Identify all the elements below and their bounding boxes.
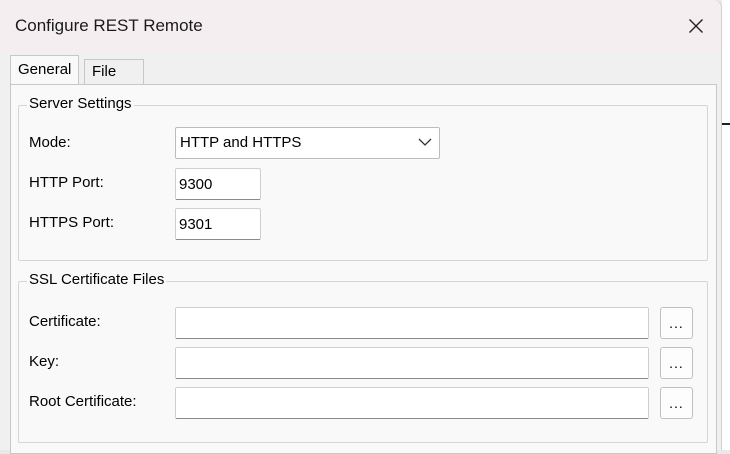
certificate-label: Certificate:	[29, 313, 101, 330]
certificate-browse-button[interactable]: ...	[660, 307, 693, 339]
https-port-value: 9301	[179, 216, 213, 233]
title-bar: Configure REST Remote	[0, 0, 721, 52]
http-port-value: 9300	[179, 176, 213, 193]
tab-panel-general: Server Settings Mode: HTTP and HTTPS HTT…	[10, 84, 717, 454]
chevron-down-icon	[418, 138, 432, 146]
http-port-label: HTTP Port:	[29, 174, 104, 191]
ssl-certificate-title: SSL Certificate Files	[27, 271, 167, 288]
background-mark	[722, 123, 730, 125]
mode-select[interactable]: HTTP and HTTPS	[175, 127, 440, 159]
key-browse-button[interactable]: ...	[660, 347, 693, 379]
server-settings-group: Server Settings Mode: HTTP and HTTPS HTT…	[18, 95, 708, 261]
tab-general-label: General	[18, 61, 72, 78]
key-label: Key:	[29, 353, 60, 370]
root-certificate-label: Root Certificate:	[29, 393, 137, 410]
window-title: Configure REST Remote	[15, 16, 203, 35]
tab-general[interactable]: General	[10, 55, 80, 84]
mode-select-value: HTTP and HTTPS	[180, 134, 302, 151]
root-certificate-field[interactable]	[175, 387, 649, 419]
dialog-window: Configure REST Remote General File Serve…	[0, 0, 722, 454]
mode-label: Mode:	[29, 134, 71, 151]
http-port-field[interactable]: 9300	[175, 168, 261, 200]
ssl-certificate-group: SSL Certificate Files Certificate: ... K…	[18, 271, 708, 443]
https-port-field[interactable]: 9301	[175, 208, 261, 240]
server-settings-title: Server Settings	[27, 95, 134, 112]
tab-file-server[interactable]: File Server	[84, 59, 145, 104]
close-icon	[689, 19, 703, 33]
key-field[interactable]	[175, 347, 649, 379]
root-certificate-browse-button[interactable]: ...	[660, 387, 693, 419]
close-button[interactable]	[671, 0, 721, 52]
background-strip	[722, 0, 730, 450]
https-port-label: HTTPS Port:	[29, 214, 115, 231]
certificate-field[interactable]	[175, 307, 649, 339]
